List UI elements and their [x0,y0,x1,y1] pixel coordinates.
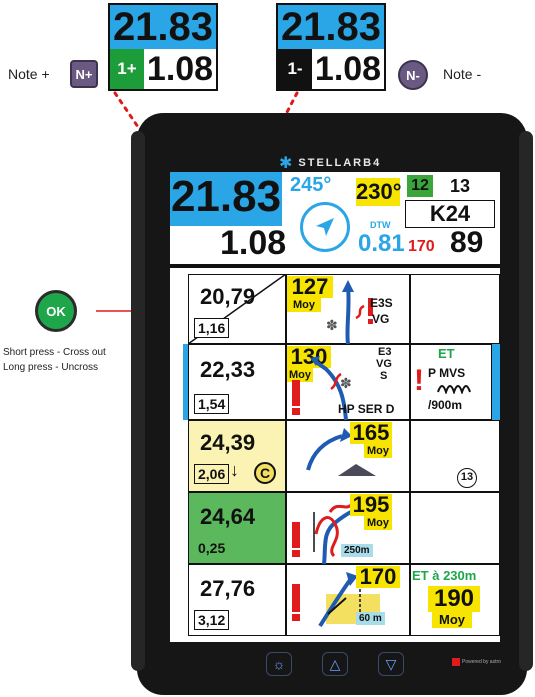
row-2-note-2: VG [376,358,392,370]
row-2-note-1: E3 [378,346,392,358]
row-3-speed-label: Moy [364,444,392,458]
brightness-button[interactable]: ☼ [266,652,292,676]
current-sub-distance: 1.08 [220,224,287,262]
app-screen: 21.83 1.08 245° 230° 12 13 K24 DTW 0.81 … [170,172,500,642]
tablet-bumper-right [519,131,533,671]
row-3-main: 24,39 [200,430,256,455]
bottom-controls: ☼ △ ▽ [266,652,404,676]
compass-icon [300,202,350,252]
row-4-speed: 195 [350,494,392,516]
row-2-main: 22,33 [200,357,256,382]
header-separator [170,264,500,268]
row-5-main: 27,76 [200,576,256,601]
svg-text:✽: ✽ [340,375,352,391]
row-2-sub: 1,54 [194,394,230,414]
row-3-badge: C [254,462,276,484]
row-3-down-arrow-icon: ↓ [230,460,239,480]
row-2-pmvs: P MVS [428,366,466,380]
row-1-note-1: E3S [370,296,393,310]
row-1-sub: 1,16 [194,318,230,338]
row-4-speed-label: Moy [364,516,392,530]
row-5-sub: 3,12 [194,610,230,630]
row-2-note-4: HP SER D [338,402,395,416]
dtw-label: DTW [370,220,391,230]
row-5-speed: 170 [356,566,400,588]
row-5-right-speed: 190 [428,586,480,612]
footer-logo-icon [452,658,460,666]
row-4-extra [410,492,500,564]
tablet-bumper-left [131,131,145,671]
dtw-value: 0.81 [358,230,405,257]
row-3-extra [410,420,500,492]
row-2-et: ET [438,346,455,361]
triangle-up-icon: △ [329,655,341,672]
ok-button-label: OK [46,303,66,319]
cap-value: 230° [356,178,402,206]
triangle-down-icon: ▽ [385,655,397,672]
row-4-main: 24,64 [200,504,256,529]
heading-degrees: 245° [290,174,332,196]
green-box: 12 [407,175,433,197]
ok-instructions: Short press - Cross out Long press - Unc… [3,345,123,375]
sun-icon: ☼ [272,656,286,672]
row-3-circle: 13 [457,468,477,488]
row-4-distance-tag: 250m [341,544,373,557]
short-press-text: Short press - Cross out [3,347,106,358]
row-1-extra [410,274,500,344]
long-press-text: Long press - Uncross [3,362,99,373]
row-5-et: ET à 230m [412,568,477,583]
ok-button[interactable]: OK [35,290,77,332]
row-5-right-label: Moy [432,612,472,628]
row-5-distance-tag: 60 m [356,612,385,625]
footer-brand-text: Powered by astro [462,659,501,665]
km-label: K24 [405,200,495,228]
row-1-note-2: VG [372,312,390,326]
row-2-note-3: S [380,370,388,382]
row-4-sub: 0,25 [194,538,230,558]
brand-star-icon: ✱ [279,155,293,172]
row-3-sub: 2,06 [194,464,230,484]
count-value: 13 [450,176,471,196]
current-distance: 21.83 [170,172,282,226]
svg-text:✽: ✽ [326,317,338,333]
brand-name: STELLARB4 [298,157,382,169]
row-2-highlight-right [492,344,500,420]
up-button[interactable]: △ [322,652,348,676]
footer-brand: Powered by astro [452,658,501,666]
big-right-value: 89 [450,226,484,259]
row-1-main: 20,79 [200,284,256,309]
red-value: 170 [408,238,435,255]
row-2-warning: ! [414,364,424,397]
row-2-wave-icon [437,385,471,394]
row-2-altitude: /900m [428,398,463,412]
down-button[interactable]: ▽ [378,652,404,676]
brand-logo: ✱ STELLARB4 [279,153,381,173]
row-3-speed: 165 [350,422,392,444]
